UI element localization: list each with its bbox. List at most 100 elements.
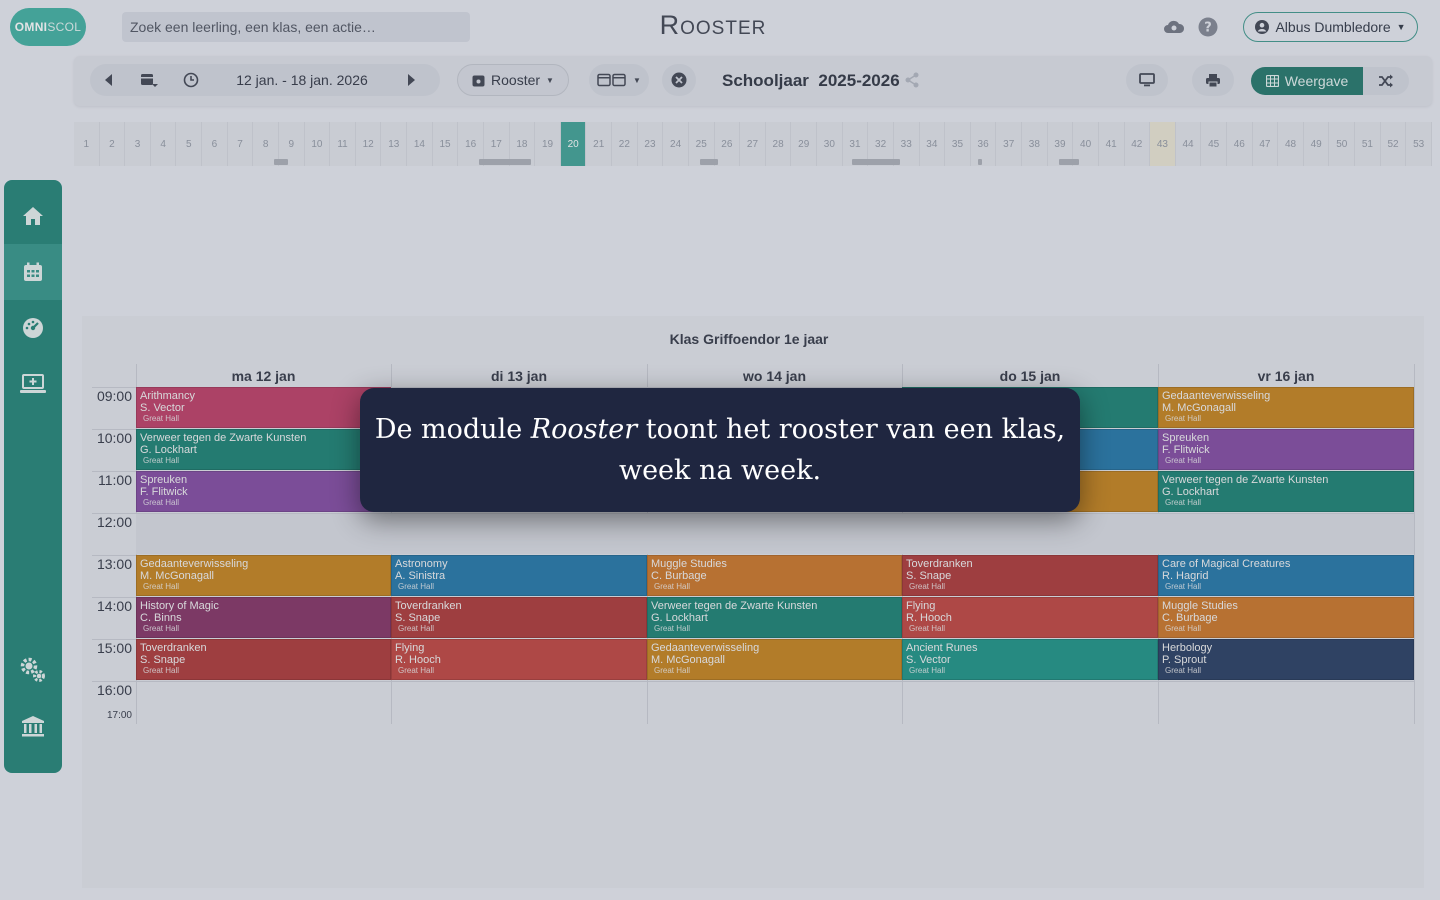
lesson-block[interactable]: Verweer tegen de Zwarte Kunsten G. Lockha… [647, 597, 902, 638]
week-50[interactable]: 50 [1330, 122, 1356, 166]
lesson-block[interactable]: Flying R. Hooch Great Hall [391, 639, 647, 680]
week-52[interactable]: 52 [1381, 122, 1407, 166]
shuffle-button[interactable] [1363, 67, 1409, 95]
week-15[interactable]: 15 [433, 122, 459, 166]
share-icon[interactable] [904, 72, 920, 93]
lesson-block[interactable]: Gedaanteverwisseling M. McGonagall Great H… [647, 639, 902, 680]
sidebar-item-home[interactable] [4, 188, 62, 244]
help-icon[interactable]: ? [1197, 16, 1219, 38]
week-1[interactable]: 1 [74, 122, 100, 166]
lesson-subject: Verweer tegen de Zwarte Kunsten [140, 432, 307, 444]
dashboard-icon [23, 318, 43, 338]
sidebar-item-rooster[interactable] [4, 244, 62, 300]
week-37[interactable]: 37 [996, 122, 1023, 166]
lesson-subject: Verweer tegen de Zwarte Kunsten [1162, 474, 1329, 486]
week-21[interactable]: 21 [586, 122, 613, 166]
week-30[interactable]: 30 [817, 122, 843, 166]
week-6[interactable]: 6 [202, 122, 228, 166]
screen-view-button[interactable] [1126, 64, 1168, 96]
lesson-block[interactable]: Gedaanteverwisseling M. McGonagall Great H… [1158, 387, 1414, 428]
next-week-button[interactable] [392, 64, 430, 96]
week-45[interactable]: 45 [1201, 122, 1227, 166]
print-button[interactable] [1192, 64, 1234, 96]
week-29[interactable]: 29 [791, 122, 818, 166]
lesson-teacher: G. Lockhart [140, 444, 197, 456]
week-49[interactable]: 49 [1304, 122, 1330, 166]
sidebar-item-settings[interactable] [4, 642, 62, 698]
week-5[interactable]: 5 [176, 122, 203, 166]
cloud-gear-icon[interactable] [1163, 16, 1185, 38]
week-34[interactable]: 34 [920, 122, 946, 166]
week-35[interactable]: 35 [945, 122, 971, 166]
week-3[interactable]: 3 [125, 122, 151, 166]
week-44[interactable]: 44 [1176, 122, 1202, 166]
school-year-label: Schooljaar 2025-2026 [722, 71, 900, 91]
week-27[interactable]: 27 [740, 122, 766, 166]
week-51[interactable]: 51 [1355, 122, 1381, 166]
lesson-room: Great Hall [654, 582, 691, 591]
day-header: do 15 jan [999, 368, 1061, 384]
sidebar-item-dashboard[interactable] [4, 300, 62, 356]
week-23[interactable]: 23 [638, 122, 664, 166]
tutorial-tooltip[interactable]: De module Rooster toont het rooster van … [360, 388, 1080, 512]
week-12[interactable]: 12 [356, 122, 382, 166]
tooltip-text-part1: De module [374, 414, 531, 445]
week-43[interactable]: 43 [1150, 122, 1176, 166]
week-20[interactable]: 20 [560, 122, 587, 166]
previous-week-button[interactable] [90, 64, 128, 96]
lesson-block[interactable]: Spreuken F. Flitwick Great Hall [136, 471, 391, 512]
lesson-subject: Flying [906, 600, 936, 612]
week-2[interactable]: 2 [100, 122, 126, 166]
lesson-block[interactable]: Ancient Runes S. Vector Great Hall [902, 639, 1158, 680]
lesson-block[interactable]: History of Magic C. Binns Great Hall [136, 597, 391, 638]
week-24[interactable]: 24 [663, 122, 689, 166]
user-menu-button[interactable]: Albus Dumbledore ▼ [1243, 12, 1418, 42]
lesson-teacher: P. Sprout [1162, 654, 1207, 666]
week-46[interactable]: 46 [1227, 122, 1253, 166]
week-48[interactable]: 48 [1278, 122, 1304, 166]
week-53[interactable]: 53 [1406, 122, 1432, 166]
day-divider [1414, 364, 1415, 724]
lesson-block[interactable]: Herbology P. Sprout Great Hall [1158, 639, 1414, 680]
week-13[interactable]: 13 [381, 122, 408, 166]
lesson-block[interactable]: Arithmancy S. Vector Great Hall [136, 387, 391, 428]
lesson-block[interactable]: Care of Magical Creatures R. Hagrid Great … [1158, 555, 1414, 596]
week-10[interactable]: 10 [305, 122, 331, 166]
time-button[interactable] [170, 64, 212, 96]
tooltip-text-emphasis: Rooster [530, 414, 638, 445]
week-36[interactable]: 36 [971, 122, 997, 166]
week-4[interactable]: 4 [151, 122, 177, 166]
calendar-picker-button[interactable] [128, 64, 170, 96]
lesson-teacher: C. Burbage [1162, 612, 1218, 624]
rooster-dropdown[interactable]: Rooster ▼ [457, 64, 569, 96]
lesson-block[interactable]: Astronomy A. Sinistra Great Hall [391, 555, 647, 596]
lesson-block[interactable]: Verweer tegen de Zwarte Kunsten G. Lockha… [1158, 471, 1414, 512]
lesson-block[interactable]: Muggle Studies C. Burbage Great Hall [647, 555, 902, 596]
week-11[interactable]: 11 [330, 122, 356, 166]
week-38[interactable]: 38 [1022, 122, 1048, 166]
week-42[interactable]: 42 [1125, 122, 1151, 166]
clear-button[interactable] [662, 64, 696, 96]
sidebar-item-institution[interactable] [4, 698, 62, 754]
lesson-block[interactable]: Spreuken F. Flitwick Great Hall [1158, 429, 1414, 470]
week-47[interactable]: 47 [1253, 122, 1279, 166]
week-14[interactable]: 14 [407, 122, 433, 166]
lesson-block[interactable]: Gedaanteverwisseling M. McGonagall Great H… [136, 555, 391, 596]
week-22[interactable]: 22 [612, 122, 638, 166]
lesson-block[interactable]: Toverdranken S. Snape Great Hall [391, 597, 647, 638]
weergave-button[interactable]: Weergave [1251, 67, 1363, 95]
calendar-range-dropdown[interactable]: ▼ [589, 64, 649, 96]
lesson-block[interactable]: Muggle Studies C. Burbage Great Hall [1158, 597, 1414, 638]
week-7[interactable]: 7 [228, 122, 254, 166]
date-range[interactable]: 12 jan. - 18 jan. 2026 [212, 64, 392, 96]
week-26[interactable]: 26 [715, 122, 741, 166]
lesson-block[interactable]: Verweer tegen de Zwarte Kunsten G. Lockha… [136, 429, 391, 470]
week-28[interactable]: 28 [766, 122, 792, 166]
week-41[interactable]: 41 [1099, 122, 1125, 166]
sidebar-item-screen[interactable] [4, 356, 62, 412]
lesson-block[interactable]: Toverdranken S. Snape Great Hall [136, 639, 391, 680]
week-19[interactable]: 19 [535, 122, 561, 166]
lesson-block[interactable]: Flying R. Hooch Great Hall [902, 597, 1158, 638]
lesson-block[interactable]: Toverdranken S. Snape Great Hall [902, 555, 1158, 596]
lesson-room: Great Hall [143, 414, 180, 423]
